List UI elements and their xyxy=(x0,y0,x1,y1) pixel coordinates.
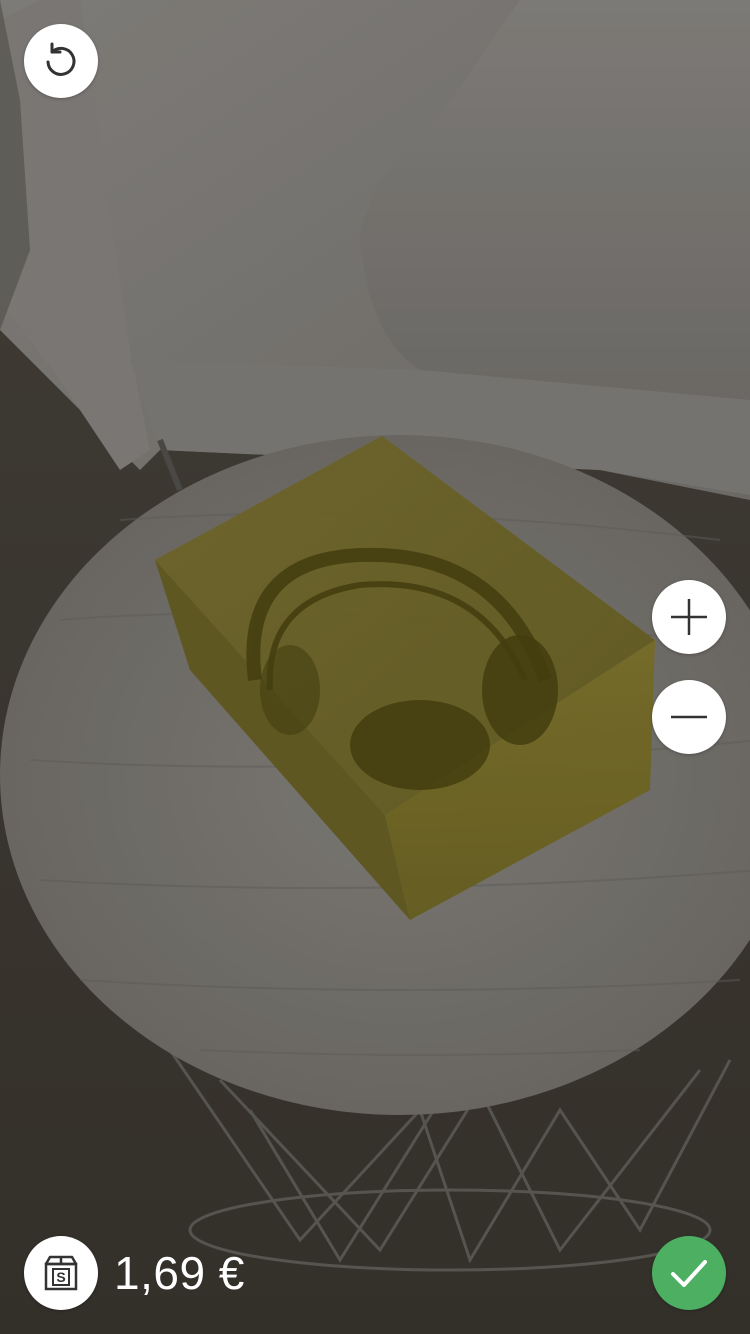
ar-preview-screen: S 1,69 € xyxy=(0,0,750,1334)
checkmark-icon xyxy=(667,1251,711,1295)
ar-camera-view[interactable] xyxy=(0,0,750,1334)
shipping-box-icon: S xyxy=(40,1252,82,1294)
minus-icon xyxy=(669,697,709,737)
reset-button[interactable] xyxy=(24,24,98,98)
rotate-ccw-icon xyxy=(40,40,82,82)
zoom-out-button[interactable] xyxy=(652,680,726,754)
shipping-box-button[interactable]: S xyxy=(24,1236,98,1310)
confirm-button[interactable] xyxy=(652,1236,726,1310)
svg-text:S: S xyxy=(56,1269,65,1285)
plus-icon xyxy=(669,597,709,637)
zoom-in-button[interactable] xyxy=(652,580,726,654)
price-label: 1,69 € xyxy=(114,1247,245,1299)
